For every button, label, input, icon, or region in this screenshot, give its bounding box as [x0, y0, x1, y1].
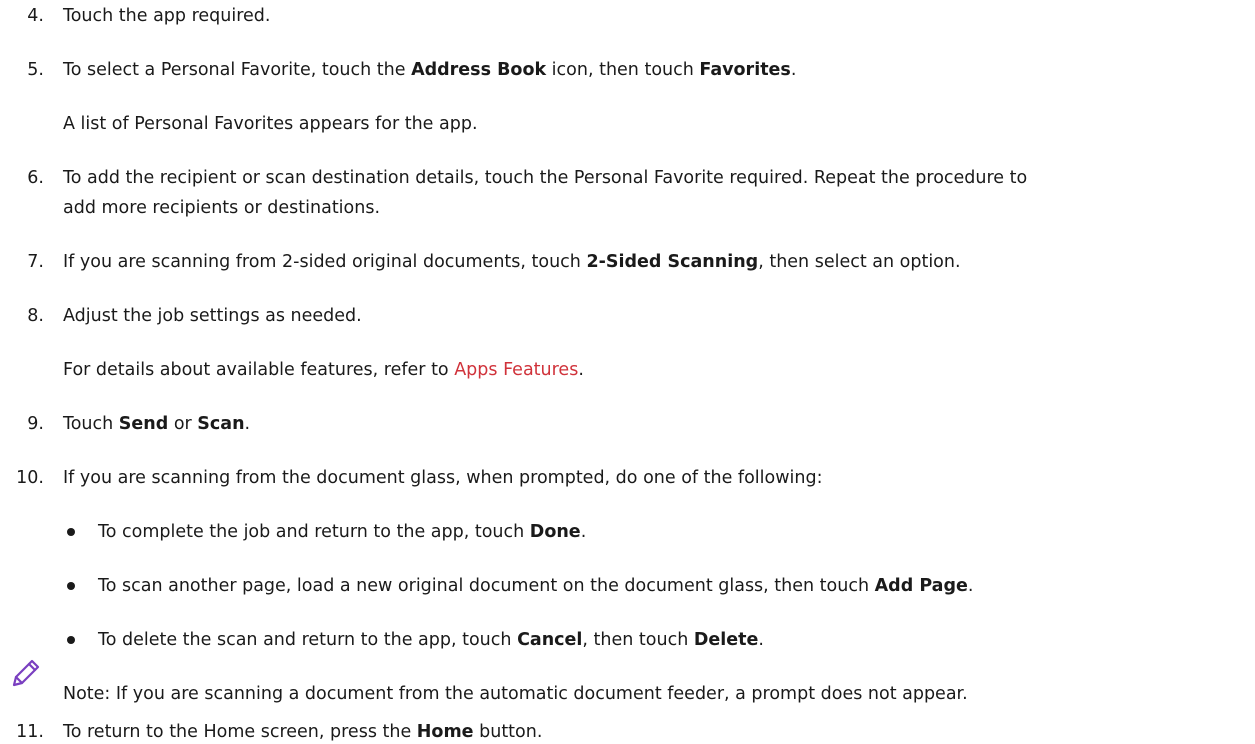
done-label: Done [529, 522, 581, 542]
step-number-9: 9. [27, 414, 44, 434]
bullet-marker [67, 528, 75, 536]
home-label: Home [416, 722, 474, 742]
add-page-label: Add Page [874, 576, 968, 596]
step-6-text-line-1: To add the recipient or scan destination… [63, 168, 1028, 188]
step-number-5: 5. [27, 60, 44, 80]
two-sided-scanning-label: 2-Sided Scanning [586, 252, 759, 272]
bullet-marker [67, 636, 75, 644]
bullet-item-add-page: To scan another page, load a new origina… [98, 576, 974, 596]
step-number-6: 6. [27, 168, 44, 188]
step-number-10: 10. [16, 468, 44, 488]
step-9-text: Touch Send or Scan. [63, 414, 251, 434]
step-number-4: 4. [27, 6, 44, 26]
step-4-text: Touch the app required. [63, 6, 271, 26]
step-10-text: If you are scanning from the document gl… [63, 468, 823, 488]
send-label: Send [118, 414, 169, 434]
pencil-icon [8, 657, 42, 691]
scan-label: Scan [197, 414, 245, 434]
favorites-list-paragraph: A list of Personal Favorites appears for… [63, 114, 478, 134]
cancel-label: Cancel [517, 630, 583, 650]
step-7-text: If you are scanning from 2-sided origina… [63, 252, 961, 272]
bullet-item-cancel: To delete the scan and return to the app… [98, 630, 764, 650]
apps-features-link[interactable]: Apps Features [454, 360, 578, 380]
delete-label: Delete [693, 630, 759, 650]
step-number-8: 8. [27, 306, 44, 326]
step-8-text: Adjust the job settings as needed. [63, 306, 362, 326]
features-paragraph: For details about available features, re… [63, 360, 584, 380]
note-text: Note: If you are scanning a document fro… [63, 684, 968, 704]
step-5-text: To select a Personal Favorite, touch the… [63, 60, 797, 80]
bullet-marker [67, 582, 75, 590]
step-6-text-line-2: add more recipients or destinations. [63, 198, 381, 218]
step-number-7: 7. [27, 252, 44, 272]
step-11-text: To return to the Home screen, press the … [63, 722, 543, 742]
bullet-item-done: To complete the job and return to the ap… [98, 522, 587, 542]
favorites-label: Favorites [699, 60, 791, 80]
step-number-11: 11. [16, 722, 44, 742]
address-book-label: Address Book [411, 60, 547, 80]
